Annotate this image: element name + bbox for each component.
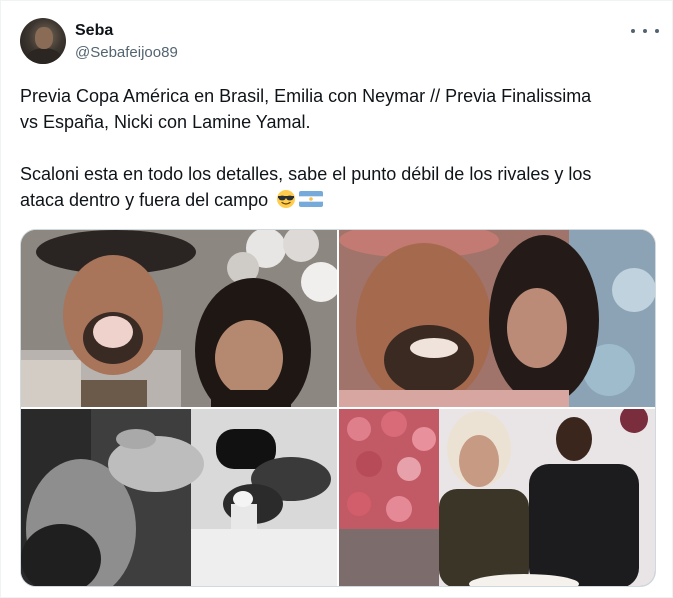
author-handle[interactable]: @Sebafeijoo89 [75,43,178,63]
avatar-face [35,27,53,49]
photo-3[interactable] [21,409,337,586]
photo-1[interactable] [21,230,337,407]
tweet-card[interactable]: Seba @Sebafeijoo89 Previa Copa América e… [0,0,673,598]
photo-2-image [339,230,655,407]
tweet-text-line: vs España, Nicki con Lamine Yamal. [20,112,311,132]
author-name[interactable]: Seba [75,21,113,41]
photo-4[interactable] [339,409,655,586]
tweet-text: ataca dentro y fuera del campo [20,190,269,210]
more-options-icon[interactable] [631,21,659,41]
tweet-text-line: Scaloni esta en todo los detalles, sabe … [20,164,592,184]
tweet-text-line-with-emoji: ataca dentro y fuera del campo [20,187,660,213]
tweet-text-line: Previa Copa América en Brasil, Emilia co… [20,86,592,106]
photo-2[interactable] [339,230,655,407]
argentina-flag-icon [299,191,324,207]
photo-4-image [339,409,655,586]
sunglasses-emoji-icon [277,190,296,208]
avatar[interactable] [20,18,66,64]
photo-3-image [21,409,337,586]
more-dot [643,29,647,33]
more-dot [655,29,659,33]
avatar-figure [26,48,62,64]
more-dot [631,29,635,33]
media-grid [20,229,656,587]
photo-1-image [21,230,337,407]
